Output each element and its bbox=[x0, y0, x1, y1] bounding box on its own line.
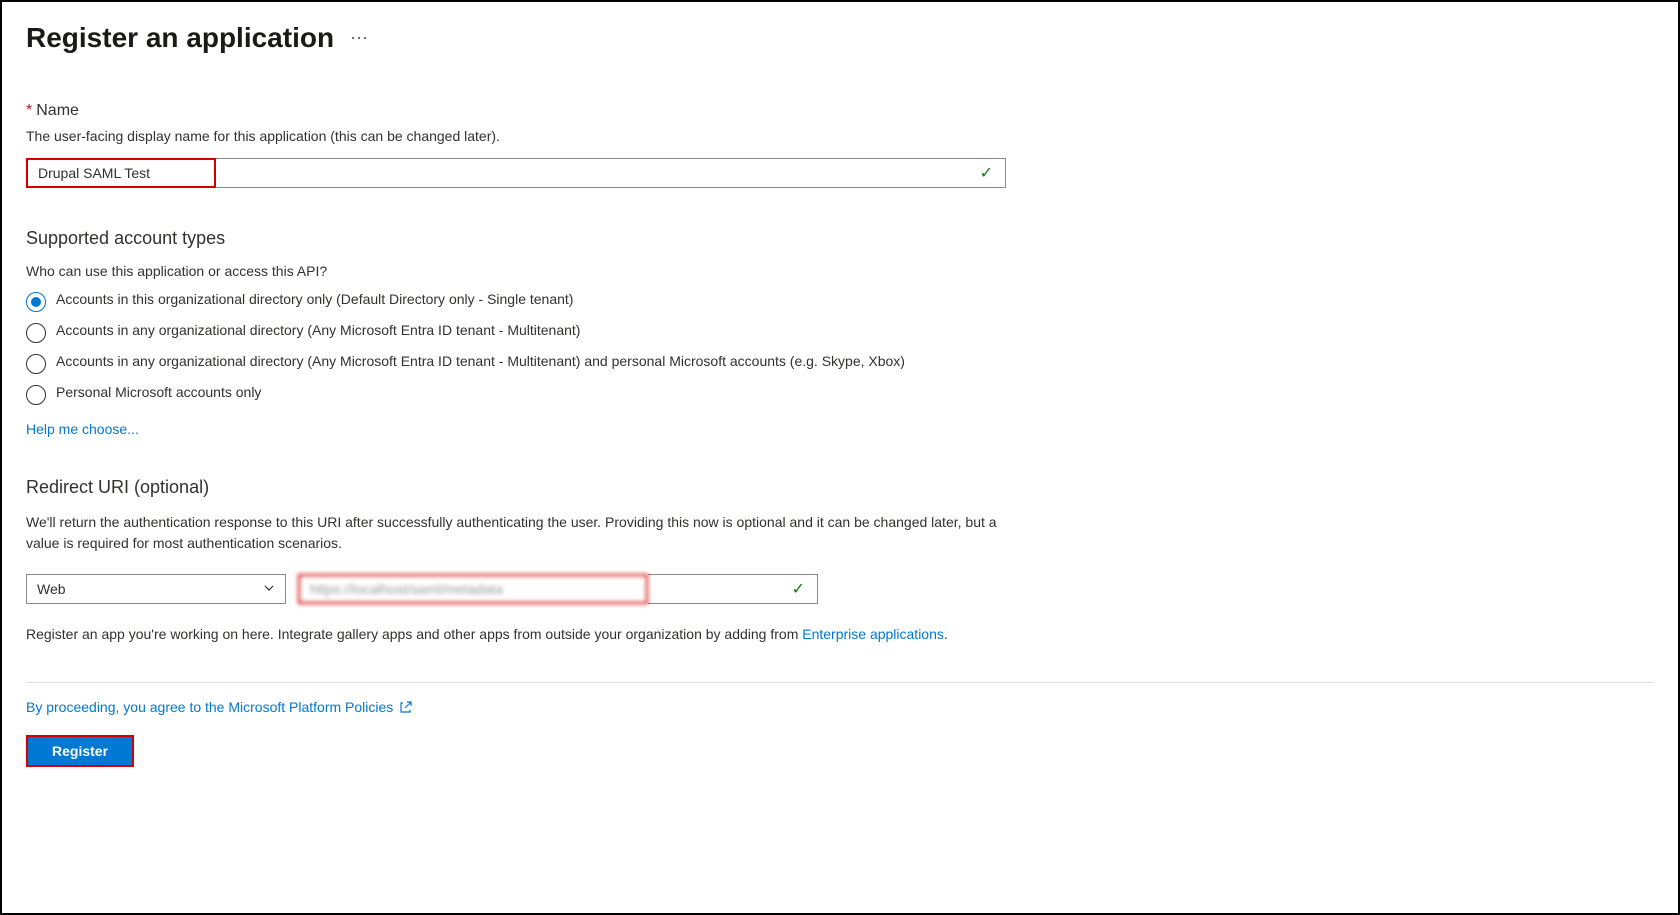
radio-label: Accounts in any organizational directory… bbox=[56, 322, 580, 338]
radio-icon bbox=[26, 385, 46, 405]
more-icon[interactable]: ⋯ bbox=[350, 28, 370, 49]
required-asterisk: * bbox=[26, 102, 32, 120]
radio-icon bbox=[26, 354, 46, 374]
redirect-uri-value[interactable]: https://localhost/saml/metadata bbox=[298, 574, 648, 604]
platform-select[interactable]: Web bbox=[26, 574, 286, 604]
name-description: The user-facing display name for this ap… bbox=[26, 128, 1654, 144]
platform-policies-link[interactable]: By proceeding, you agree to the Microsof… bbox=[26, 699, 393, 715]
redirect-input-row: Web https://localhost/saml/metadata ✓ bbox=[26, 574, 1654, 604]
name-label-row: * Name bbox=[26, 102, 1654, 120]
account-types-section: Supported account types Who can use this… bbox=[26, 228, 1654, 437]
enterprise-apps-text: Register an app you're working on here. … bbox=[26, 626, 1654, 642]
redirect-uri-section: Redirect URI (optional) We'll return the… bbox=[26, 477, 1654, 642]
radio-icon bbox=[26, 323, 46, 343]
redirect-uri-input[interactable]: https://localhost/saml/metadata ✓ bbox=[298, 574, 818, 604]
radio-multitenant-personal[interactable]: Accounts in any organizational directory… bbox=[26, 353, 1654, 374]
name-label: Name bbox=[36, 102, 79, 120]
enterprise-prefix: Register an app you're working on here. … bbox=[26, 626, 802, 642]
radio-multitenant[interactable]: Accounts in any organizational directory… bbox=[26, 322, 1654, 343]
page-title: Register an application bbox=[26, 22, 334, 54]
check-icon: ✓ bbox=[980, 163, 993, 183]
check-icon: ✓ bbox=[792, 579, 805, 599]
enterprise-applications-link[interactable]: Enterprise applications bbox=[802, 626, 944, 642]
account-types-question: Who can use this application or access t… bbox=[26, 263, 1654, 279]
page-header: Register an application ⋯ bbox=[26, 22, 1654, 54]
radio-personal-only[interactable]: Personal Microsoft accounts only bbox=[26, 384, 1654, 405]
divider bbox=[26, 682, 1654, 683]
platform-select-value: Web bbox=[37, 581, 66, 597]
name-section: * Name The user-facing display name for … bbox=[26, 102, 1654, 188]
redirect-title: Redirect URI (optional) bbox=[26, 477, 1654, 498]
name-input-validation: ✓ bbox=[216, 158, 1006, 188]
account-types-radio-group: Accounts in this organizational director… bbox=[26, 291, 1654, 405]
account-types-title: Supported account types bbox=[26, 228, 1654, 249]
help-me-choose-link[interactable]: Help me choose... bbox=[26, 421, 139, 437]
redirect-description: We'll return the authentication response… bbox=[26, 512, 1006, 554]
enterprise-suffix: . bbox=[944, 626, 948, 642]
register-button[interactable]: Register bbox=[26, 735, 134, 767]
policy-row: By proceeding, you agree to the Microsof… bbox=[26, 699, 1654, 715]
register-application-page: Register an application ⋯ * Name The use… bbox=[0, 0, 1680, 915]
redirect-uri-validation: ✓ bbox=[648, 574, 818, 604]
radio-single-tenant[interactable]: Accounts in this organizational director… bbox=[26, 291, 1654, 312]
name-input[interactable]: Drupal SAML Test ✓ bbox=[26, 158, 1006, 188]
name-input-value[interactable]: Drupal SAML Test bbox=[26, 158, 216, 188]
radio-label: Personal Microsoft accounts only bbox=[56, 384, 261, 400]
radio-label: Accounts in any organizational directory… bbox=[56, 353, 905, 369]
radio-icon bbox=[26, 292, 46, 312]
external-link-icon bbox=[399, 700, 413, 714]
chevron-down-icon bbox=[263, 582, 275, 597]
radio-label: Accounts in this organizational director… bbox=[56, 291, 573, 307]
